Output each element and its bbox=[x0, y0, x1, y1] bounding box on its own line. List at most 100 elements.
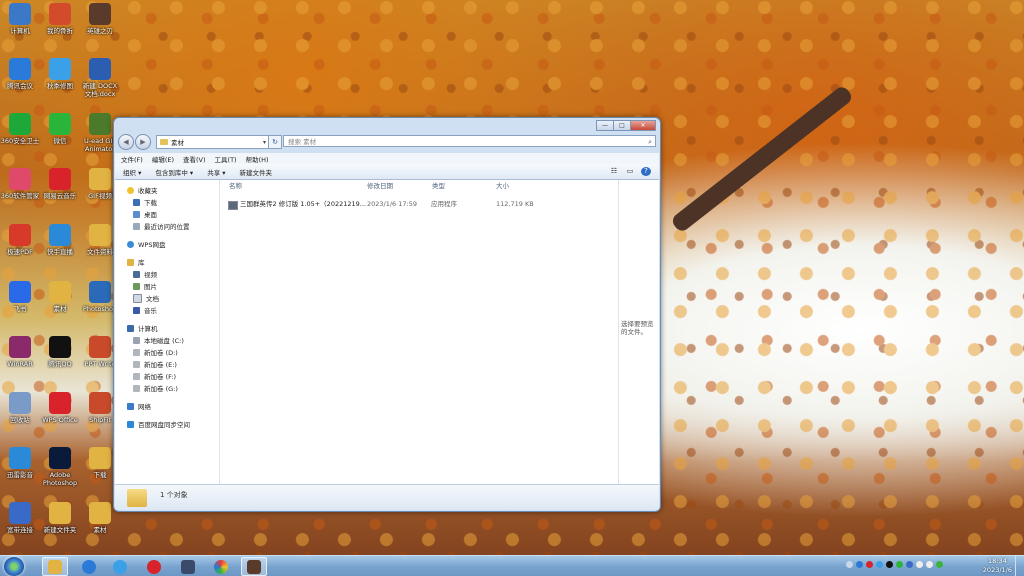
start-button[interactable] bbox=[4, 557, 24, 576]
nav-libraries[interactable]: 库 bbox=[115, 256, 219, 268]
nav-baidu-sync[interactable]: 百度网盘同步空间 bbox=[115, 418, 219, 430]
desktop-icon[interactable]: 英雄之刃 bbox=[80, 3, 120, 35]
taskbar-color-app-button[interactable] bbox=[208, 557, 234, 576]
preview-pane: 选择要预览的文件。 bbox=[618, 180, 659, 485]
tray-icon[interactable] bbox=[936, 561, 943, 568]
column-header-type[interactable]: 类型 bbox=[432, 181, 445, 192]
column-header-date[interactable]: 修改日期 bbox=[367, 181, 393, 192]
organize-button[interactable]: 组织 ▾ bbox=[123, 167, 141, 177]
dropdown-arrow-icon[interactable]: ▾ bbox=[263, 139, 266, 146]
menu-tools[interactable]: 工具(T) bbox=[215, 154, 237, 164]
taskbar-baidu-button[interactable] bbox=[107, 557, 133, 576]
desktop-icon[interactable]: 360安全卫士 bbox=[0, 113, 40, 145]
column-header-name[interactable]: 名称 bbox=[229, 181, 242, 192]
desktop-icon[interactable]: 腾讯会议 bbox=[0, 58, 40, 90]
desktop-icon[interactable]: 回收站 bbox=[0, 392, 40, 424]
clock[interactable]: 18:34 2023/1/6 bbox=[983, 557, 1012, 575]
nav-computer[interactable]: 计算机 bbox=[115, 322, 219, 334]
tray-icon[interactable] bbox=[876, 561, 883, 568]
preview-pane-icon[interactable]: ▭ bbox=[625, 167, 635, 176]
folder-icon bbox=[127, 489, 147, 507]
desktop-icon[interactable]: Adobe Photoshop bbox=[40, 447, 80, 487]
network-icon[interactable] bbox=[916, 561, 923, 568]
view-options-icon[interactable]: ☷ bbox=[609, 167, 619, 176]
desktop-icon-label: 秋季修图 bbox=[47, 82, 73, 90]
taskbar-app-button[interactable] bbox=[175, 557, 201, 576]
title-bar[interactable]: — □ ✕ bbox=[114, 118, 660, 132]
help-icon[interactable]: ? bbox=[641, 167, 651, 176]
nav-item-drive-c[interactable]: 本地磁盘 (C:) bbox=[115, 334, 219, 346]
desktop-icon[interactable]: 秋季修图 bbox=[40, 58, 80, 90]
forward-arrow-icon[interactable]: ▶ bbox=[135, 134, 151, 150]
desktop-icon[interactable]: WPS Office bbox=[40, 392, 80, 424]
video-icon bbox=[133, 270, 140, 278]
desktop-icon[interactable]: 飞书 bbox=[0, 281, 40, 313]
tray-icon[interactable] bbox=[856, 561, 863, 568]
maximize-button[interactable]: □ bbox=[613, 120, 631, 131]
new-folder-button[interactable]: 新建文件夹 bbox=[240, 167, 273, 177]
volume-icon[interactable] bbox=[926, 561, 933, 568]
desktop-icon[interactable]: 新建文件夹 bbox=[40, 502, 80, 534]
nav-item-wps[interactable]: WPS网盘 bbox=[115, 238, 219, 250]
desktop-icon[interactable]: WinRAR bbox=[0, 336, 40, 368]
taskbar-explorer-button[interactable] bbox=[42, 557, 68, 576]
desktop-icon[interactable]: 网易云音乐 bbox=[40, 168, 80, 200]
cloud-icon bbox=[127, 240, 134, 248]
taskbar-game-button[interactable] bbox=[241, 557, 267, 576]
desktop-icon[interactable]: 宽带连接 bbox=[0, 502, 40, 534]
nav-label: 最近访问的位置 bbox=[144, 223, 190, 231]
desktop-icon[interactable]: 快手直播 bbox=[40, 224, 80, 256]
search-placeholder: 搜索 素材 bbox=[288, 138, 317, 146]
close-button[interactable]: ✕ bbox=[630, 120, 656, 131]
search-icon[interactable]: ⌕ bbox=[648, 136, 652, 148]
file-size: 112,719 KB bbox=[496, 200, 534, 208]
nav-item-videos[interactable]: 视频 bbox=[115, 268, 219, 280]
menu-help[interactable]: 帮助(H) bbox=[246, 154, 269, 164]
taskbar-ie-button[interactable] bbox=[76, 557, 102, 576]
nav-item-desktop[interactable]: 桌面 bbox=[115, 208, 219, 220]
file-list[interactable]: 名称 修改日期 类型 大小 三国群英传2 修订版 1.05+（20221219.… bbox=[220, 180, 619, 485]
wechat-icon[interactable] bbox=[896, 561, 903, 568]
nav-item-drive-f[interactable]: 新加卷 (F:) bbox=[115, 370, 219, 382]
tray-icon[interactable] bbox=[866, 561, 873, 568]
desktop-icon[interactable]: 360软件管家 bbox=[0, 168, 40, 200]
qq-icon[interactable] bbox=[886, 561, 893, 568]
back-arrow-icon[interactable]: ◀ bbox=[118, 134, 134, 150]
nav-item-downloads[interactable]: 下载 bbox=[115, 196, 219, 208]
desktop-icon[interactable]: 微信 bbox=[40, 113, 80, 145]
command-bar: 组织 ▾ 包含到库中 ▾ 共享 ▾ 新建文件夹 ☷ ▭ ? bbox=[115, 164, 659, 180]
tray-icon[interactable] bbox=[906, 561, 913, 568]
desktop-icon[interactable]: 我的骨折 bbox=[40, 3, 80, 35]
desktop-icon[interactable]: 素材 bbox=[40, 281, 80, 313]
search-input[interactable]: 搜索 素材 ⌕ bbox=[283, 135, 656, 147]
tray-icon[interactable] bbox=[846, 561, 853, 568]
nav-item-recent[interactable]: 最近访问的位置 bbox=[115, 220, 219, 232]
menu-view[interactable]: 查看(V) bbox=[183, 154, 206, 164]
nav-item-music[interactable]: 音乐 bbox=[115, 304, 219, 316]
desktop-icon[interactable]: 迅雷影音 bbox=[0, 447, 40, 479]
include-in-library-button[interactable]: 包含到库中 ▾ bbox=[155, 167, 193, 177]
desktop-icon[interactable]: 极速PDF bbox=[0, 224, 40, 256]
desktop-icon[interactable]: 腾讯QQ bbox=[40, 336, 80, 368]
menu-file[interactable]: 文件(F) bbox=[121, 154, 143, 164]
refresh-icon[interactable]: ↻ bbox=[268, 135, 282, 149]
navigation-pane: 收藏夹 下载 桌面 最近访问的位置 WPS网盘 库 视频 图片 文档 音乐 计算… bbox=[115, 180, 220, 485]
explorer-window[interactable]: — □ ✕ ◀ ▶ 素材 ▾ ↻ 搜索 素材 ⌕ 文件(F) 编辑(E) 查看(… bbox=[113, 117, 661, 512]
address-bar[interactable]: 素材 ▾ bbox=[156, 135, 269, 149]
nav-item-documents[interactable]: 文档 bbox=[115, 292, 219, 304]
nav-item-pictures[interactable]: 图片 bbox=[115, 280, 219, 292]
show-desktop-button[interactable] bbox=[1015, 556, 1024, 576]
nav-item-drive-d[interactable]: 新加卷 (D:) bbox=[115, 346, 219, 358]
nav-favorites[interactable]: 收藏夹 bbox=[115, 184, 219, 196]
column-header-size[interactable]: 大小 bbox=[496, 181, 509, 192]
taskbar-music-button[interactable] bbox=[141, 557, 167, 576]
app-icon bbox=[89, 168, 111, 190]
desktop-icon[interactable]: 新建 DOCX 文档.docx bbox=[80, 58, 120, 98]
nav-item-drive-e[interactable]: 新加卷 (E:) bbox=[115, 358, 219, 370]
nav-network[interactable]: 网络 bbox=[115, 400, 219, 412]
menu-edit[interactable]: 编辑(E) bbox=[152, 154, 174, 164]
nav-item-drive-g[interactable]: 新加卷 (G:) bbox=[115, 382, 219, 394]
desktop-icon[interactable]: 计算机 bbox=[0, 3, 40, 35]
minimize-button[interactable]: — bbox=[596, 120, 614, 131]
share-button[interactable]: 共享 ▾ bbox=[207, 167, 225, 177]
